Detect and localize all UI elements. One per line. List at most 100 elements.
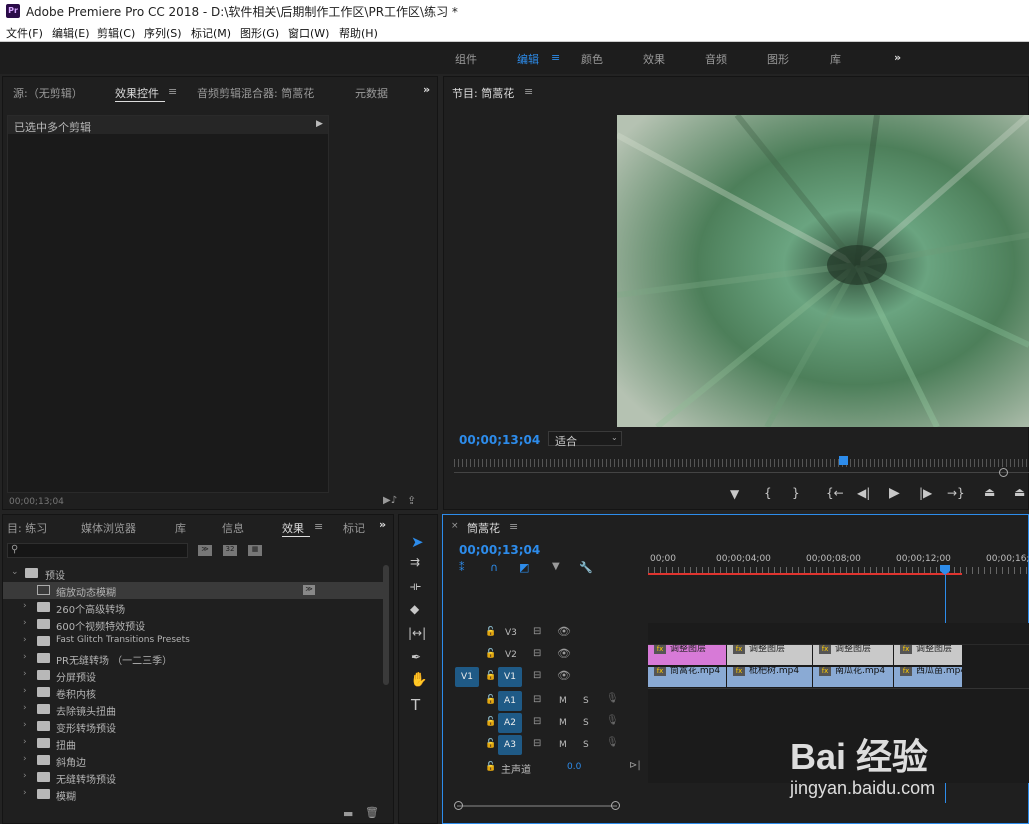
sync-lock-icon[interactable]: ⊟ [533,648,541,659]
effects-menu-icon[interactable]: ≡ [314,520,323,533]
program-playhead[interactable] [839,456,848,465]
zoom-left-handle[interactable] [454,801,463,810]
play-icon[interactable]: ▶ [889,485,900,501]
mark-out-icon[interactable]: } [792,486,800,500]
tab-media-browser[interactable]: 媒体浏览器 [81,520,136,536]
source-patch-v1[interactable]: V1 [455,667,479,687]
lift-icon[interactable]: ⏏ [984,485,995,499]
track-a2-target[interactable]: A2 [498,713,522,733]
tab-effect-controls[interactable]: 效果控件 [115,85,159,101]
workspace-audio[interactable]: 音频 [705,51,727,67]
workspace-menu-icon[interactable]: ≡ [551,51,560,64]
lock-icon[interactable]: 🔓 [485,762,496,772]
close-icon[interactable]: × [451,521,459,531]
sync-lock-icon[interactable]: ⊟ [533,694,541,705]
tree-folder[interactable]: › 260个高级转场 [3,599,383,616]
workspace-assembly[interactable]: 组件 [455,51,477,67]
type-tool-icon[interactable]: T [411,696,420,714]
zoom-right-handle[interactable] [611,801,620,810]
adjustment-layer-clip[interactable]: fx 调整图层 [813,645,893,665]
tree-item-zoom-motion-blur[interactable]: 缩放动态模糊 ≫ [3,582,383,599]
expand-arrow-icon[interactable]: ▶ [316,119,323,129]
video-clip[interactable]: fx 枇杷树.mp4 [727,667,812,687]
mute-button[interactable]: M [559,696,567,706]
video-clip[interactable]: fx 南瓜花.mp4 [813,667,893,687]
tree-folder[interactable]: › Fast Glitch Transitions Presets [3,633,383,650]
lock-icon[interactable]: 🔓 [485,649,496,659]
fit-dropdown[interactable]: 适合 ⌄ [548,431,622,448]
panel-menu-icon[interactable]: ≡ [168,85,177,98]
menu-graphics[interactable]: 图形(G) [240,25,279,41]
menu-file[interactable]: 文件(F) [6,25,43,41]
sequence-menu-icon[interactable]: ≡ [509,520,518,533]
program-menu-icon[interactable]: ≡ [524,85,533,98]
workspace-graphics[interactable]: 图形 [767,51,789,67]
eye-icon[interactable]: 👁 [557,647,571,660]
tree-folder[interactable]: › PR无缝转场 （一二三季） [3,650,383,667]
snap-icon[interactable]: ∩ [490,561,498,574]
mute-button[interactable]: M [559,718,567,728]
video-clip[interactable]: fx 筒蒿花.mp4 [648,667,726,687]
workspace-overflow-button[interactable]: » [894,51,901,64]
timeline-timecode[interactable]: 00;00;13;04 [459,543,540,557]
effects-search-input[interactable]: ⚲ [7,543,188,558]
effects-scrollbar[interactable] [383,565,389,685]
zoom-bar[interactable] [454,472,1029,473]
menu-window[interactable]: 窗口(W) [288,25,329,41]
tree-folder[interactable]: › 去除镜头扭曲 [3,701,383,718]
pen-tool-icon[interactable]: ✒ [411,650,421,664]
go-to-out-icon[interactable]: →} [947,486,965,500]
go-to-in-icon[interactable]: {← [826,486,844,500]
tab-project[interactable]: 目: 练习 [7,520,47,536]
mute-button[interactable]: M [559,740,567,750]
play-audio-icon[interactable]: ▶♪ [383,495,397,506]
microphone-icon[interactable]: 🎙 [606,715,619,726]
menu-edit[interactable]: 编辑(E) [52,25,90,41]
accelerated-effects-icon[interactable]: ≫ [198,545,212,556]
track-select-tool-icon[interactable]: ⇉ [410,555,420,569]
tree-folder[interactable]: › 分屏预设 [3,667,383,684]
lock-icon[interactable]: 🔓 [485,695,496,705]
tree-folder[interactable]: › 变形转场预设 [3,718,383,735]
mark-in-icon[interactable]: { [764,486,772,500]
workspace-effects[interactable]: 效果 [643,51,665,67]
tab-metadata[interactable]: 元数据 [355,85,388,101]
menu-sequence[interactable]: 序列(S) [144,25,182,41]
sync-lock-icon[interactable]: ⊟ [533,738,541,749]
new-bin-icon[interactable]: ▬ [343,807,353,820]
microphone-icon[interactable]: 🎙 [606,737,619,748]
tab-libraries[interactable]: 库 [175,520,186,536]
lock-icon[interactable]: 🔓 [485,671,496,681]
tree-folder[interactable]: › 无缝转场预设 [3,769,383,786]
tree-folder[interactable]: › 斜角边 [3,752,383,769]
selection-tool-icon[interactable]: ➤ [411,533,424,551]
step-forward-icon[interactable]: |▶ [919,486,932,500]
sequence-tab[interactable]: 筒蒿花 [467,520,500,536]
menu-marker[interactable]: 标记(M) [191,25,231,41]
program-timecode[interactable]: 00;00;13;04 [459,433,540,447]
lock-icon[interactable]: 🔓 [485,717,496,727]
nest-icon[interactable]: ⁑ [459,561,465,574]
solo-button[interactable]: S [583,740,589,750]
workspace-libraries[interactable]: 库 [830,51,841,67]
eye-icon[interactable]: 👁 [557,669,571,682]
extract-icon[interactable]: ⏏ [1014,485,1025,499]
tab-source[interactable]: 源:（无剪辑） [13,85,83,101]
sync-lock-icon[interactable]: ⊟ [533,626,541,637]
tree-folder[interactable]: › 卷积内核 [3,684,383,701]
zoom-handle[interactable] [999,468,1008,477]
video-clip[interactable]: fx 西瓜苗.mp4 [894,667,962,687]
settings-wrench-icon[interactable]: 🔧 [579,561,593,574]
add-marker-icon[interactable]: ▼ [552,561,560,572]
32bit-effects-badge[interactable]: 32 [223,545,237,556]
track-a3-target[interactable]: A3 [498,735,522,755]
effects-overflow-button[interactable]: » [379,518,386,531]
adjustment-layer-clip[interactable]: fx 调整图层 [894,645,962,665]
adjustment-layer-clip[interactable]: fx 调整图层 [648,645,726,665]
go-to-end-icon[interactable]: ⊳| [629,760,641,771]
solo-button[interactable]: S [583,718,589,728]
workspace-editing[interactable]: 编辑 [517,51,539,67]
eye-icon[interactable]: 👁 [557,625,571,638]
slip-tool-icon[interactable]: |↔| [408,626,426,640]
program-time-ruler[interactable] [454,459,1029,467]
